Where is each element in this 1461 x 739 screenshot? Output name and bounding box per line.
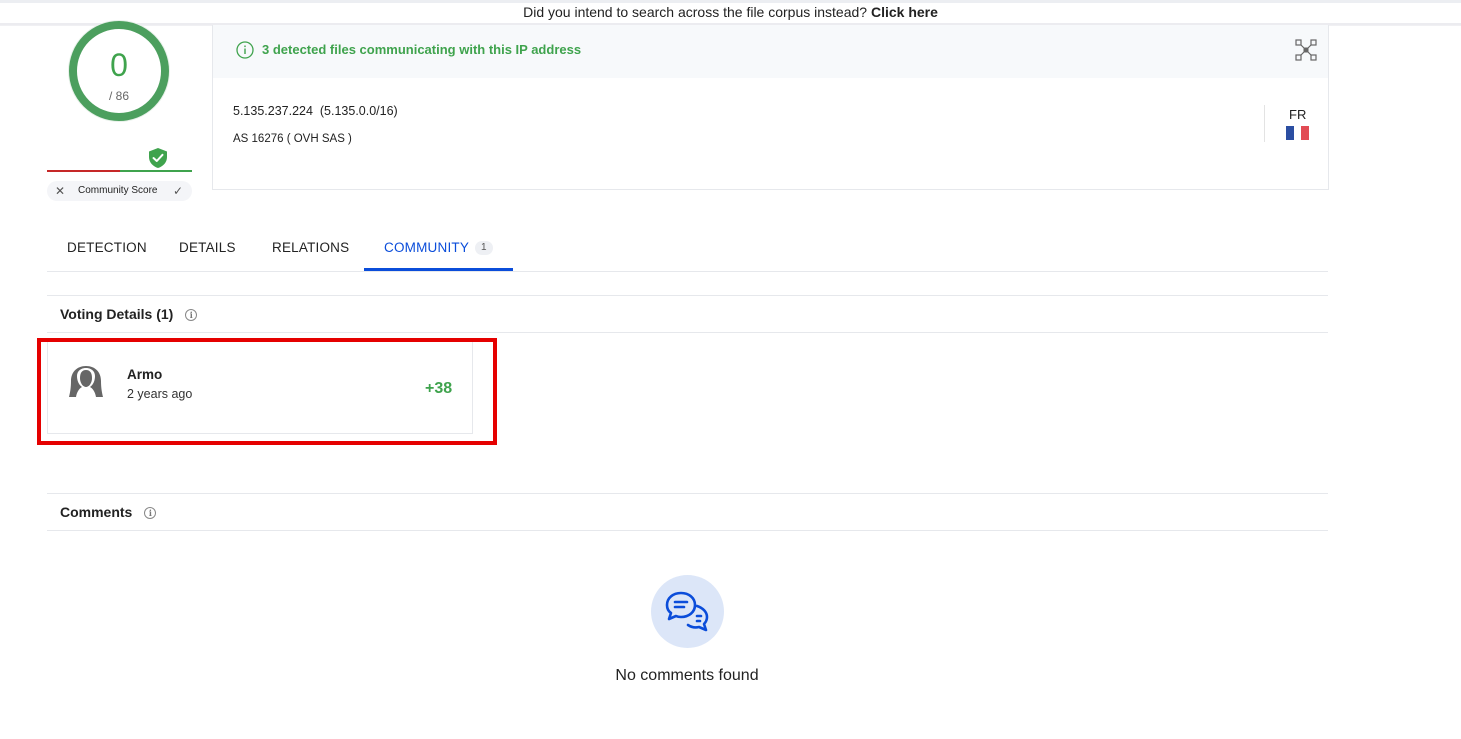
country-code: FR: [1289, 107, 1307, 122]
detection-score-total: / 86: [108, 89, 129, 103]
voting-details-header: Voting Details (1) i: [47, 295, 1328, 333]
search-suggestion-banner: Did you intend to search across the file…: [0, 0, 1461, 26]
community-score-label: Community Score: [78, 185, 158, 196]
graph-explorer-icon[interactable]: [1295, 39, 1317, 61]
comments-title: Comments: [60, 504, 133, 520]
country-divider: [1264, 105, 1265, 142]
tab-community[interactable]: COMMUNITY 1: [364, 230, 513, 271]
chat-bubbles-icon: [651, 575, 724, 648]
comments-info-icon[interactable]: i: [144, 507, 157, 519]
tab-community-label: COMMUNITY: [384, 240, 470, 255]
comments-title-wrap: Comments i: [60, 504, 157, 520]
info-card-header: 3 detected files communicating with this…: [213, 25, 1328, 78]
vote-harmless-icon[interactable]: ✓: [173, 181, 183, 201]
community-score-pill: ✕ Community Score ✓: [47, 181, 192, 201]
shield-check-icon: [149, 148, 167, 168]
community-score-bar-malicious: [47, 170, 120, 172]
tab-details[interactable]: DETAILS: [179, 230, 236, 270]
info-circle-icon: [236, 41, 254, 59]
tab-bar: DETECTION DETAILS RELATIONS COMMUNITY 1: [47, 230, 1328, 272]
ip-address: 5.135.237.224 (5.135.0.0/16): [233, 104, 398, 118]
voting-info-icon[interactable]: i: [185, 309, 198, 321]
banner-strip: [0, 0, 1461, 3]
voting-details-title-wrap: Voting Details (1) i: [60, 306, 198, 322]
voting-details-title: Voting Details (1): [60, 306, 174, 322]
comments-header: Comments i: [47, 493, 1328, 531]
detection-score-value: 0: [110, 47, 128, 83]
tab-relations[interactable]: RELATIONS: [272, 230, 349, 270]
vote-malicious-icon[interactable]: ✕: [55, 181, 65, 201]
tab-community-badge: 1: [475, 241, 493, 256]
ip-info-card: 3 detected files communicating with this…: [212, 25, 1329, 190]
france-flag-icon: [1286, 126, 1310, 140]
no-comments-text: No comments found: [615, 667, 759, 684]
banner-text: Did you intend to search across the file…: [523, 4, 868, 20]
detection-score-ring: 0 / 86: [69, 21, 169, 121]
as-owner: AS 16276 ( OVH SAS ): [233, 133, 352, 145]
highlight-annotation: [37, 338, 497, 445]
tab-detection[interactable]: DETECTION: [67, 230, 147, 270]
community-score-bar-harmless: [120, 170, 192, 172]
detected-files-message[interactable]: 3 detected files communicating with this…: [262, 41, 581, 59]
click-here-link[interactable]: Click here: [871, 4, 938, 20]
